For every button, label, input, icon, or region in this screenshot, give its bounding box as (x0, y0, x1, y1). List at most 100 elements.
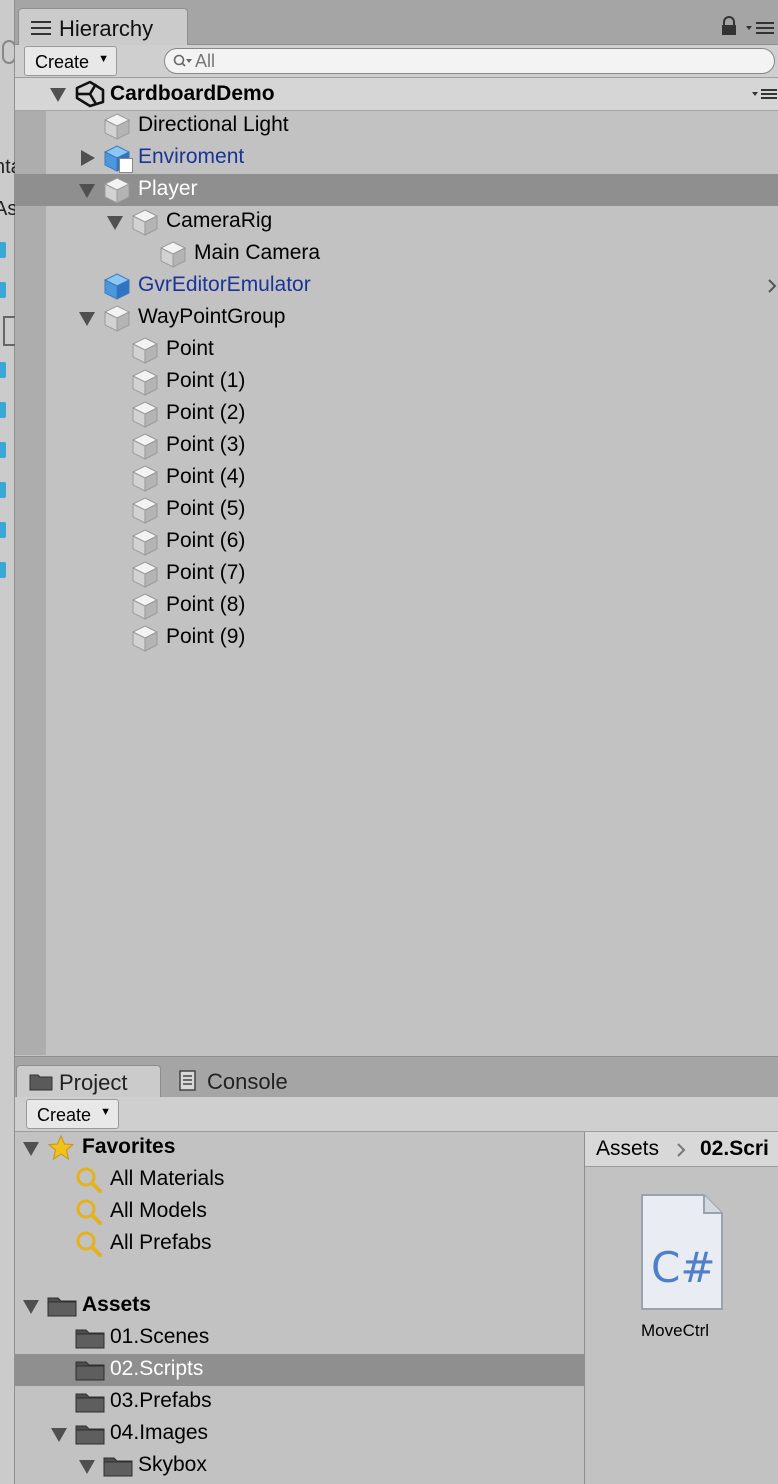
hierarchy-item-point[interactable]: Point (6) (15, 526, 778, 558)
collapse-arrow-icon[interactable] (23, 1300, 39, 1314)
hierarchy-create-button[interactable]: Create ▼ (24, 46, 117, 76)
favorites-header[interactable]: Favorites (15, 1132, 584, 1164)
hierarchy-item-point[interactable]: Point (3) (15, 430, 778, 462)
favorite-item-label: All Models (110, 1199, 207, 1222)
asset-folder-prefabs[interactable]: 03.Prefabs (15, 1386, 584, 1418)
tab-hierarchy[interactable]: Hierarchy (18, 8, 188, 47)
scene-header[interactable]: CardboardDemo (15, 78, 778, 111)
hierarchy-item-label: Point (7) (166, 561, 246, 584)
console-icon (179, 1070, 196, 1091)
favorite-item-all-materials[interactable]: All Materials (15, 1164, 584, 1196)
hierarchy-item-label: Point (1) (166, 369, 246, 392)
gameobject-cube-icon (131, 368, 159, 396)
gameobject-cube-icon (131, 528, 159, 556)
breadcrumb-root[interactable]: Assets (596, 1137, 659, 1161)
asset-folder-label: 04.Images (110, 1421, 209, 1444)
asset-folder-label: 02.Scripts (110, 1357, 204, 1380)
checkbox-edge[interactable] (0, 562, 6, 578)
checkbox-edge[interactable] (0, 242, 6, 258)
gameobject-cube-icon (103, 304, 131, 332)
prefab-doc-badge-icon (119, 158, 133, 173)
expand-arrow-icon[interactable] (81, 150, 95, 166)
asset-folder-label: Skybox (138, 1453, 207, 1476)
collapse-arrow-icon[interactable] (23, 1142, 39, 1156)
checkbox-edge[interactable] (0, 482, 6, 498)
collapse-arrow-icon[interactable] (79, 184, 95, 198)
hierarchy-item-point[interactable]: Point (7) (15, 558, 778, 590)
tab-console[interactable]: Console (165, 1065, 315, 1099)
hierarchy-item-point[interactable]: Point (2) (15, 398, 778, 430)
scene-menu-icon[interactable] (752, 87, 778, 101)
hierarchy-item-gvreditoremulator[interactable]: GvrEditorEmulator (15, 270, 778, 302)
hierarchy-item-label: Point (8) (166, 593, 246, 616)
collapse-arrow-icon[interactable] (51, 1428, 67, 1442)
hierarchy-item-point[interactable]: Point (1) (15, 366, 778, 398)
hierarchy-item-directional-light[interactable]: Directional Light (15, 110, 778, 142)
chevron-right-icon[interactable] (767, 278, 777, 294)
collapse-arrow-icon[interactable] (107, 216, 123, 230)
hierarchy-item-label: Point (5) (166, 497, 246, 520)
breadcrumb-current[interactable]: 02.Scri (700, 1137, 769, 1161)
checkbox-edge[interactable] (0, 442, 6, 458)
gameobject-cube-icon (131, 624, 159, 652)
asset-folder-images[interactable]: 04.Images (15, 1418, 584, 1450)
adjacent-panel-strip: nta As (0, 0, 22, 1484)
checkbox-edge[interactable] (0, 522, 6, 538)
hierarchy-item-point[interactable]: Point (8) (15, 590, 778, 622)
hierarchy-item-point[interactable]: Point (15, 334, 778, 366)
script-icon-text: C# (651, 1243, 716, 1292)
hierarchy-item-point[interactable]: Point (5) (15, 494, 778, 526)
project-create-button[interactable]: Create ▼ (26, 1099, 119, 1129)
favorite-item-all-models[interactable]: All Models (15, 1196, 584, 1228)
hierarchy-item-label: Point (4) (166, 465, 246, 488)
tab-project[interactable]: Project (16, 1065, 161, 1100)
collapse-arrow-icon[interactable] (79, 1460, 95, 1474)
hierarchy-item-label: GvrEditorEmulator (138, 273, 311, 296)
panel-menu-icon[interactable] (746, 18, 776, 36)
hierarchy-item-label: Point (3) (166, 433, 246, 456)
hierarchy-item-enviroment[interactable]: Enviroment (15, 142, 778, 174)
star-icon (47, 1134, 75, 1161)
folder-icon (75, 1359, 105, 1381)
search-filter-icon (75, 1198, 103, 1226)
checkbox-edge[interactable] (0, 282, 6, 298)
hierarchy-search-input[interactable]: All (164, 48, 775, 74)
favorite-item-all-prefabs[interactable]: All Prefabs (15, 1228, 584, 1260)
hierarchy-item-point[interactable]: Point (9) (15, 622, 778, 654)
lock-icon[interactable] (720, 16, 738, 36)
search-filter-icon (75, 1166, 103, 1194)
checkbox-edge[interactable] (0, 402, 6, 418)
breadcrumb-separator-icon (677, 1143, 686, 1157)
asset-folder-scenes[interactable]: 01.Scenes (15, 1322, 584, 1354)
search-icon (173, 54, 192, 67)
asset-folder-skybox[interactable]: Skybox (15, 1450, 584, 1482)
collapse-arrow-icon[interactable] (79, 312, 95, 326)
favorite-item-label: All Prefabs (110, 1231, 212, 1254)
collapse-arrow-icon[interactable] (50, 88, 66, 102)
gameobject-cube-icon (131, 432, 159, 460)
scene-name: CardboardDemo (110, 82, 275, 105)
asset-folder-label: 03.Prefabs (110, 1389, 212, 1412)
hierarchy-item-main-camera[interactable]: Main Camera (15, 238, 778, 270)
search-filter-icon (75, 1230, 103, 1258)
hierarchy-item-label: Player (138, 177, 198, 200)
breadcrumb: Assets 02.Scri (585, 1132, 778, 1167)
asset-file-name: MoveCtrl (641, 1321, 710, 1340)
hierarchy-item-waypointgroup[interactable]: WayPointGroup (15, 302, 778, 334)
gameobject-cube-icon (131, 336, 159, 364)
project-toolbar (15, 1097, 778, 1132)
gameobject-cube-icon (131, 592, 159, 620)
folder-icon (75, 1327, 105, 1349)
hierarchy-item-camerarig[interactable]: CameraRig (15, 206, 778, 238)
tab-hierarchy-label: Hierarchy (59, 16, 154, 41)
hierarchy-item-label: Enviroment (138, 145, 245, 168)
asset-folder-label: 01.Scenes (110, 1325, 210, 1348)
checkbox-edge[interactable] (0, 362, 6, 378)
hierarchy-item-point[interactable]: Point (4) (15, 462, 778, 494)
hierarchy-item-label: Point (9) (166, 625, 246, 648)
asset-folder-scripts[interactable]: 02.Scripts (15, 1354, 584, 1386)
hierarchy-item-player[interactable]: Player (15, 174, 778, 206)
asset-file-movectrl[interactable]: C# MoveCtrl (625, 1193, 735, 1345)
folder-icon (75, 1423, 105, 1445)
assets-header[interactable]: Assets (15, 1290, 584, 1322)
